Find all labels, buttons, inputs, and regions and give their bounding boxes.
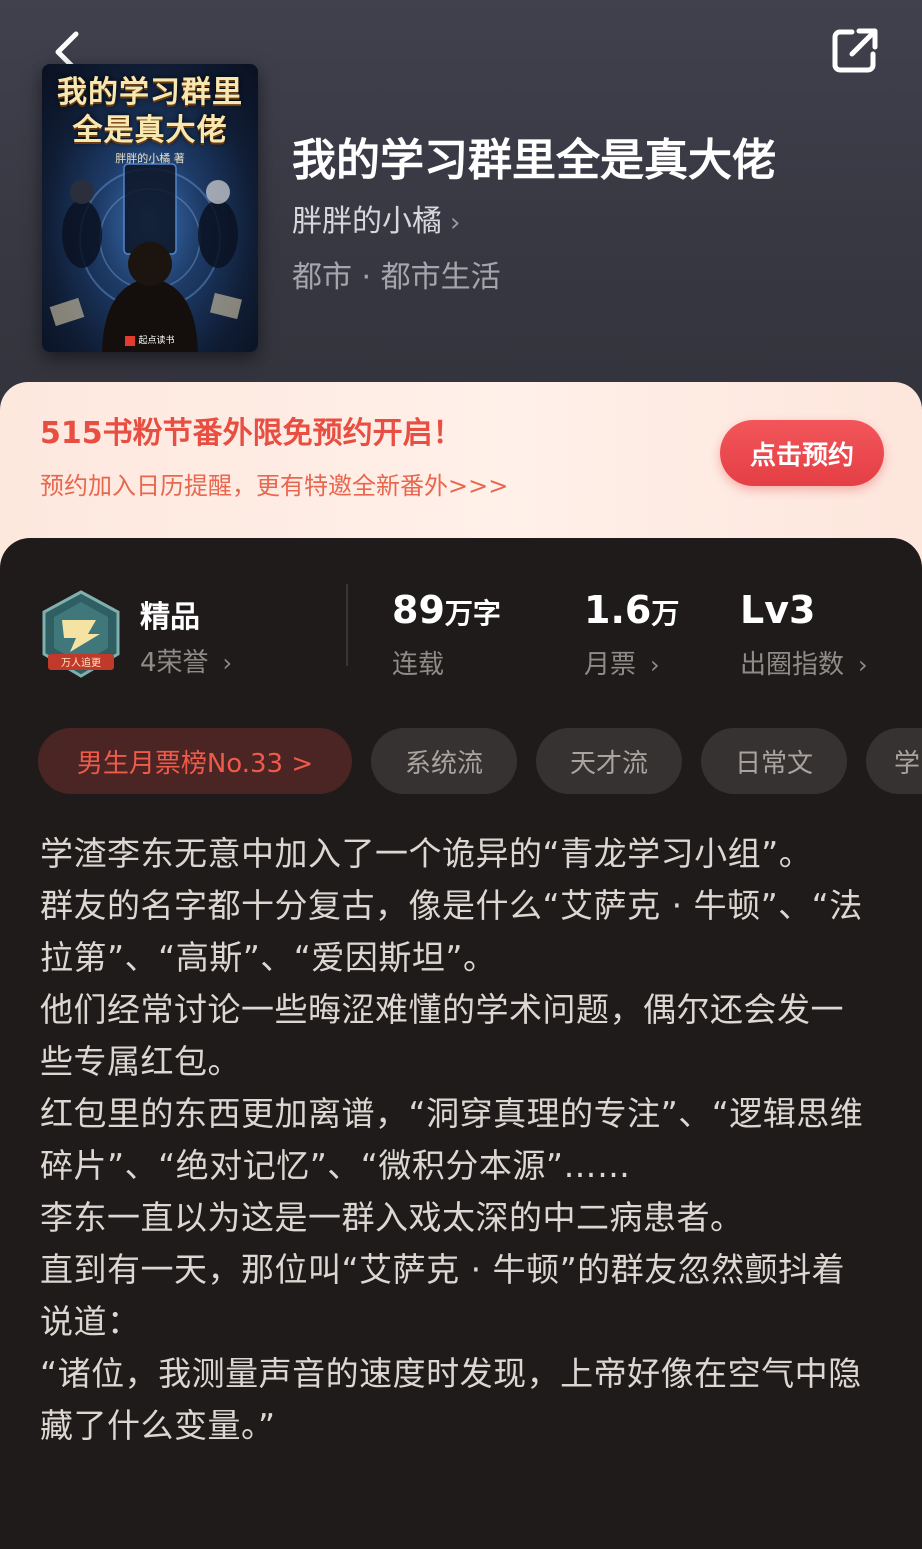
description-paragraph: 他们经常讨论一些晦涩难懂的学术问题，偶尔还会发一些专属红包。 bbox=[40, 990, 844, 1081]
tag-system[interactable]: 系统流 bbox=[371, 728, 517, 794]
popularity-level: Lv3 bbox=[740, 588, 816, 632]
author-link[interactable]: 胖胖的小橘 › bbox=[292, 196, 460, 240]
reserve-button[interactable]: 点击预约 bbox=[720, 420, 884, 486]
cover-author: 胖胖的小橘 著 bbox=[115, 152, 185, 165]
share-icon[interactable] bbox=[828, 24, 882, 78]
author-name: 胖胖的小橘 bbox=[292, 204, 442, 239]
badge-text: 万人追更 bbox=[61, 656, 101, 669]
promo-title: 515书粉节番外限免预约开启！ bbox=[40, 416, 463, 451]
quality-label: 精品 bbox=[140, 600, 200, 635]
description-paragraph: 群友的名字都十分复古，像是什么“艾萨克 · 牛顿”、“法拉第”、“高斯”、“爱因… bbox=[40, 886, 863, 977]
chevron-right-icon: › bbox=[450, 208, 461, 238]
popularity-index-label: 出圈指数 bbox=[740, 650, 845, 680]
cover-title: 我的学习群里 全是真大佬 bbox=[57, 75, 243, 148]
description-paragraph: 学渣李东无意中加入了一个诡异的“青龙学习小组”。 bbox=[40, 834, 813, 873]
word-count-label: 连载 bbox=[392, 650, 445, 680]
honors-link[interactable]: 4荣誉 › bbox=[140, 642, 232, 679]
book-description[interactable]: 学渣李东无意中加入了一个诡异的“青龙学习小组”。 群友的名字都十分复古，像是什么… bbox=[40, 828, 870, 1452]
chevron-right-icon: › bbox=[222, 649, 233, 677]
chevron-right-icon: › bbox=[858, 651, 868, 679]
popularity-index-link[interactable]: 出圈指数 › bbox=[740, 644, 868, 681]
promo-subtitle[interactable]: 预约加入日历提醒，更有特邀全新番外>>> bbox=[40, 466, 508, 501]
cover-publisher: 起点读书 bbox=[42, 333, 258, 346]
book-title: 我的学习群里全是真大佬 bbox=[292, 135, 776, 186]
book-genre[interactable]: 都市 · 都市生活 bbox=[292, 252, 501, 296]
monthly-tickets: 1.6万 bbox=[584, 588, 680, 632]
description-paragraph: “诸位，我测量声音的速度时发现，上帝好像在空气中隐藏了什么变量。” bbox=[40, 1354, 862, 1445]
stats-divider bbox=[346, 584, 348, 666]
description-paragraph: 李东一直以为这是一群入戏太深的中二病患者。 bbox=[40, 1198, 744, 1237]
tag-genius[interactable]: 天才流 bbox=[536, 728, 682, 794]
chevron-right-icon: › bbox=[650, 651, 660, 679]
description-paragraph: 红包里的东西更加离谱，“洞穿真理的专注”、“逻辑思维碎片”、“绝对记忆”、“微积… bbox=[40, 1094, 864, 1185]
word-count: 89万字 bbox=[392, 588, 501, 632]
description-paragraph: 直到有一天，那位叫“艾萨克 · 牛顿”的群友忽然颤抖着说道： bbox=[40, 1250, 846, 1341]
quality-badge-icon[interactable]: 万人追更 bbox=[40, 590, 122, 680]
monthly-tickets-label: 月票 bbox=[584, 650, 637, 680]
honors-count: 4荣誉 bbox=[140, 648, 209, 678]
rank-tag[interactable]: 男生月票榜No.33 > bbox=[38, 728, 352, 794]
tag-daily[interactable]: 日常文 bbox=[701, 728, 847, 794]
book-cover[interactable]: 我的学习群里 全是真大佬 胖胖的小橘 著 起点读书 bbox=[42, 64, 258, 352]
monthly-tickets-link[interactable]: 月票 › bbox=[584, 644, 660, 681]
